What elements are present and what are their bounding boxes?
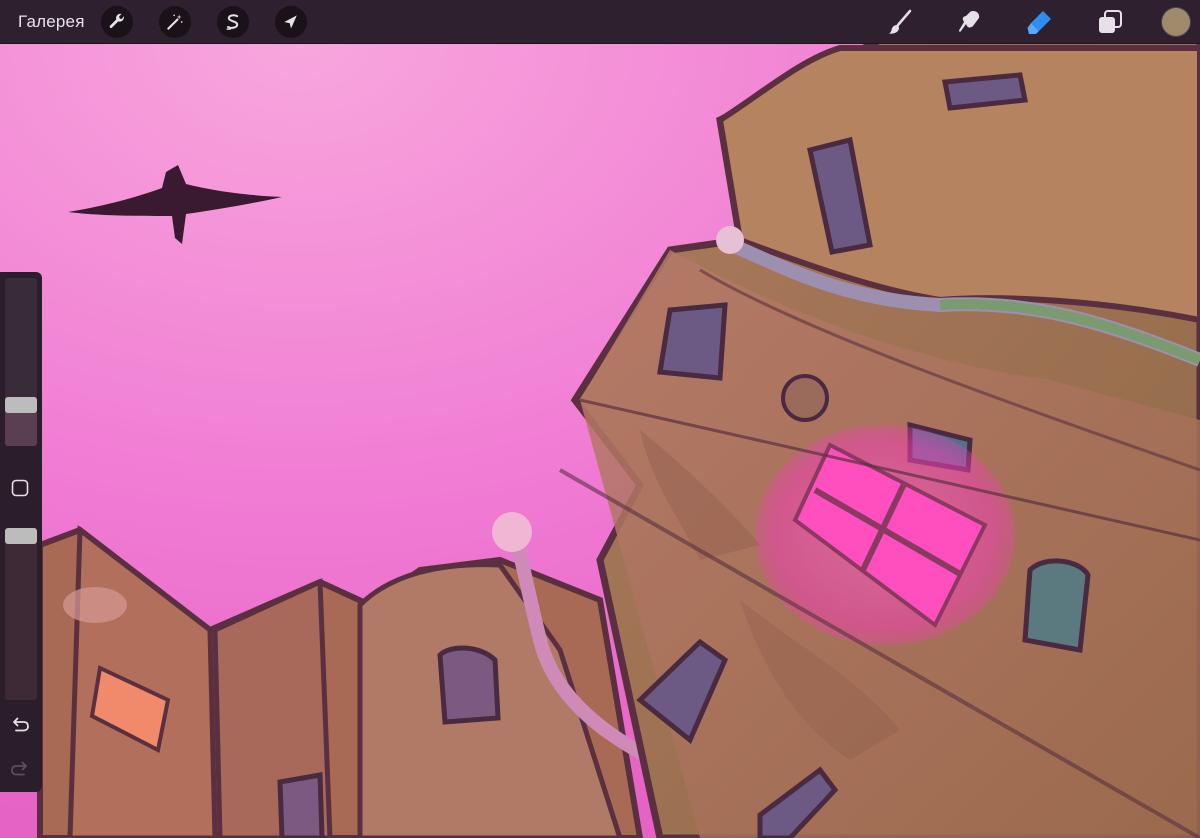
brush-opacity-fill: [5, 536, 37, 700]
undo-icon[interactable]: [9, 714, 31, 736]
brush-tool-button[interactable]: [882, 4, 918, 40]
wrench-icon: [109, 13, 124, 28]
layers-button[interactable]: [1092, 4, 1128, 40]
gallery-button[interactable]: Галерея: [18, 12, 85, 32]
smudge-icon: [959, 11, 980, 32]
brush-size-thumb[interactable]: [5, 397, 37, 413]
left-sidebar: [0, 272, 42, 792]
smudge-tool-button[interactable]: [952, 4, 988, 40]
eraser-tool-button[interactable]: [1022, 4, 1058, 40]
redo-icon[interactable]: [9, 758, 31, 780]
brush-opacity-slider[interactable]: [5, 528, 37, 700]
adjustments-button[interactable]: [158, 5, 191, 38]
color-picker-button[interactable]: [1162, 8, 1190, 36]
brush-size-slider[interactable]: [5, 278, 37, 446]
arrow-cursor-icon: [283, 14, 297, 29]
selection-s-icon: [226, 13, 238, 30]
actions-button[interactable]: [100, 5, 133, 38]
square-icon[interactable]: [10, 478, 30, 498]
top-toolbar: Галерея: [0, 0, 1200, 44]
drawing-canvas[interactable]: [0, 0, 1200, 838]
layers-icon: [1099, 10, 1122, 33]
brush-opacity-thumb[interactable]: [5, 528, 37, 544]
eraser-icon: [1027, 11, 1051, 34]
procreate-app: Галерея: [0, 0, 1200, 838]
magic-wand-icon: [166, 14, 183, 30]
brush-icon: [889, 9, 912, 34]
selection-button[interactable]: [216, 5, 249, 38]
transform-button[interactable]: [274, 5, 307, 38]
right-tools: [882, 0, 1200, 44]
